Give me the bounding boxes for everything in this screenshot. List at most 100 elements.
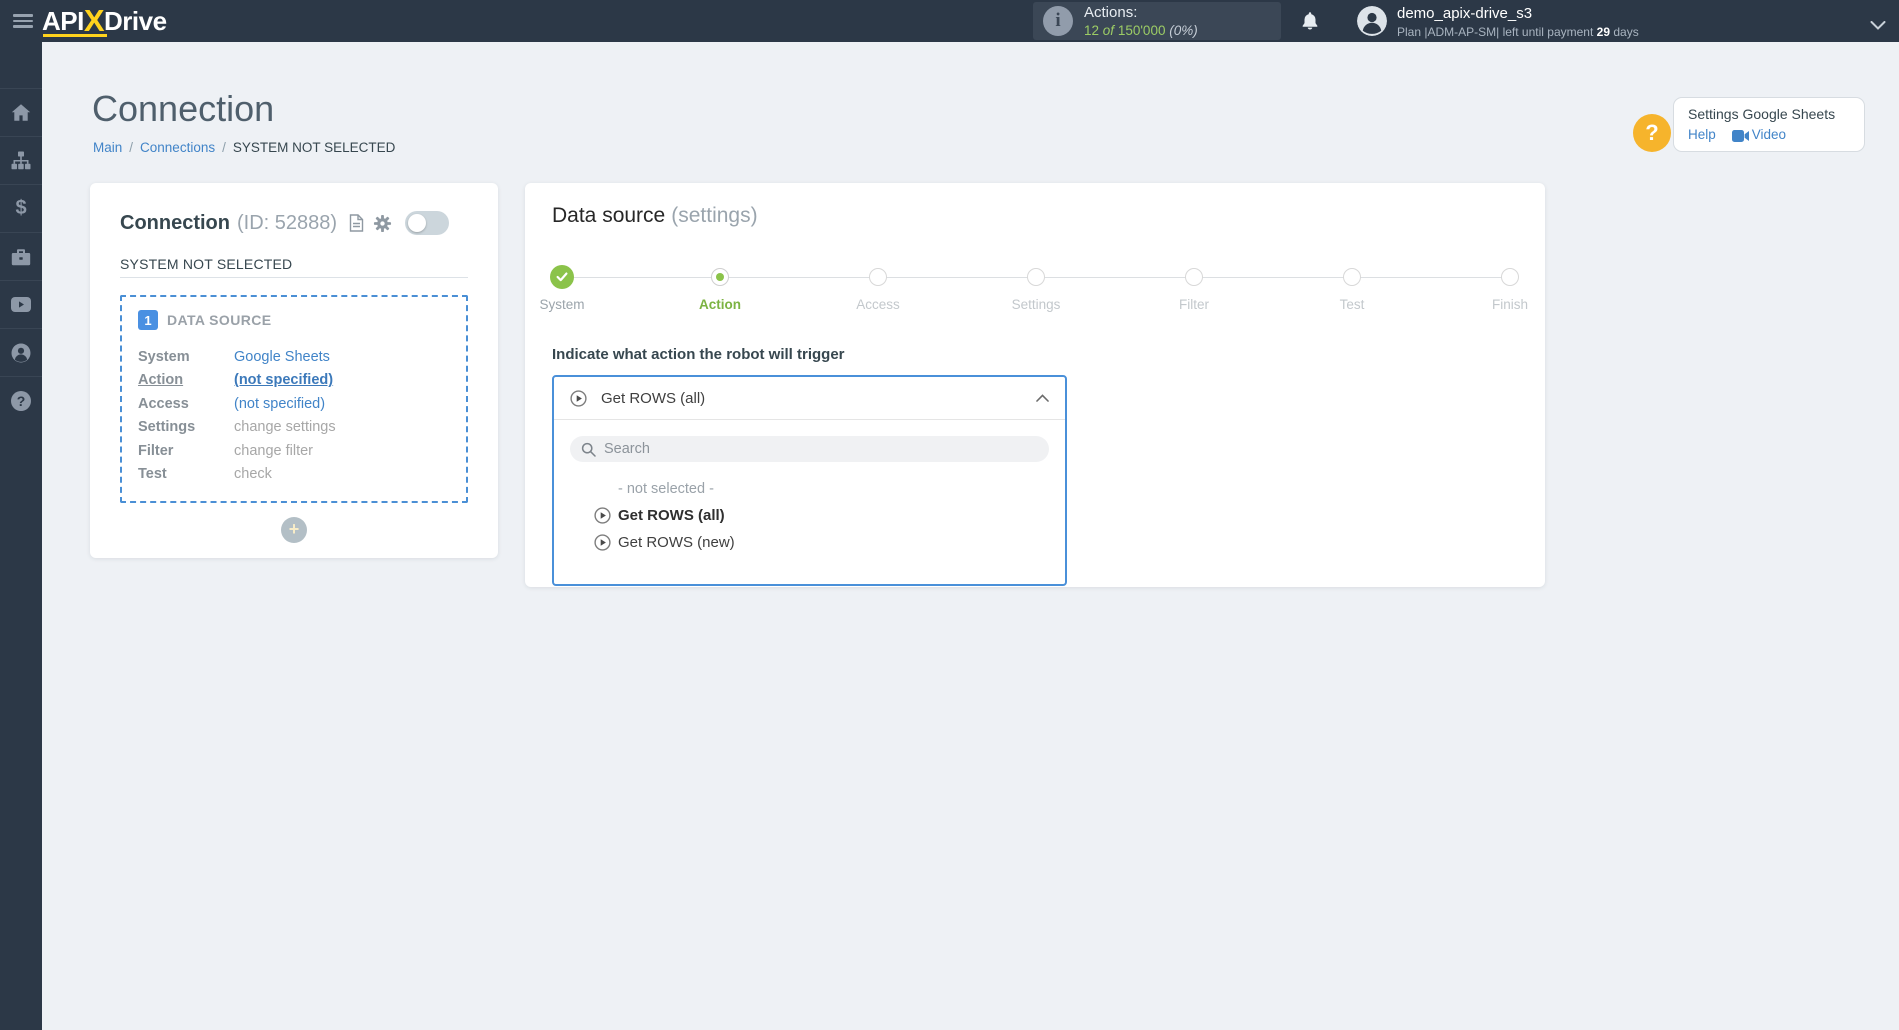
document-icon[interactable]	[349, 214, 364, 232]
breadcrumb-connections[interactable]: Connections	[140, 140, 215, 155]
row-label-link[interactable]: Action	[138, 372, 234, 388]
option-label: Get ROWS (new)	[618, 534, 735, 551]
step-label: Settings	[1011, 297, 1061, 312]
step-done-check-icon	[550, 265, 574, 289]
row-test: Test check	[138, 463, 450, 487]
row-value-link[interactable]: check	[234, 466, 272, 482]
step-label: System	[539, 297, 585, 312]
step-system[interactable]: System	[492, 260, 632, 312]
actions-counter[interactable]: i Actions: 12 of 150'000 (0%)	[1033, 2, 1281, 40]
connection-card: Connection (ID: 52888) SYSTEM NOT SELECT…	[90, 183, 498, 558]
actions-of: of	[1102, 22, 1115, 38]
breadcrumb-main[interactable]: Main	[93, 140, 122, 155]
settings-title-suffix: (settings)	[671, 204, 758, 227]
action-dropdown: Get ROWS (all) - not selected - Get ROWS…	[552, 375, 1067, 586]
step-access: Access	[808, 260, 948, 312]
step-circle	[1501, 268, 1519, 286]
connection-enable-toggle[interactable]	[405, 211, 450, 235]
option-get-rows-all[interactable]: Get ROWS (all)	[554, 502, 1065, 529]
plan-prefix: Plan |ADM-AP-SM| left until payment	[1397, 25, 1594, 39]
dropdown-selected-row[interactable]: Get ROWS (all)	[554, 377, 1065, 420]
help-link[interactable]: Help	[1688, 127, 1716, 142]
search-input[interactable]	[604, 441, 1038, 457]
plan-days: 29	[1596, 25, 1611, 39]
step-settings: Settings	[966, 260, 1106, 312]
add-step-button[interactable]: +	[281, 517, 307, 543]
step-filter: Filter	[1124, 260, 1264, 312]
play-circle-icon	[594, 507, 611, 524]
row-label: Settings	[138, 419, 196, 436]
row-filter: Filter change filter	[138, 439, 450, 463]
briefcase-icon	[11, 248, 31, 266]
row-label: Access	[138, 395, 189, 412]
row-value-link[interactable]: (not specified)	[234, 396, 325, 412]
toggle-knob	[408, 214, 427, 232]
step-label: Action	[699, 297, 741, 312]
option-label: Get ROWS (all)	[618, 507, 725, 524]
progress-stepper: System Action Access Settings Filter Tes…	[525, 260, 1545, 322]
play-circle-icon	[594, 534, 611, 551]
sidebar-item-home[interactable]	[0, 88, 42, 136]
play-circle-icon	[570, 389, 587, 407]
dropdown-options: - not selected - Get ROWS (all) Get ROWS…	[554, 475, 1065, 556]
plan-days-word: days	[1613, 25, 1639, 39]
row-value-link[interactable]: change settings	[234, 419, 336, 435]
step-label: Test	[1339, 297, 1365, 312]
menu-hamburger-icon[interactable]	[13, 14, 33, 28]
row-value-link[interactable]: (not specified)	[234, 372, 333, 388]
settings-card-title: Data source (settings)	[552, 204, 758, 228]
notifications-bell-icon[interactable]	[1300, 11, 1320, 36]
logo-drive: Drive	[104, 5, 167, 36]
row-label: System	[138, 348, 190, 365]
question-icon: ?	[11, 390, 31, 411]
row-label: Test	[138, 466, 167, 483]
data-source-block[interactable]: 1 DATA SOURCE System Google Sheets Actio…	[120, 295, 468, 503]
video-camera-icon	[1731, 129, 1749, 142]
actions-counter-text: Actions: 12 of 150'000 (0%)	[1084, 5, 1198, 38]
help-widget: Settings Google Sheets Help Video	[1673, 97, 1865, 152]
row-value-link[interactable]: change filter	[234, 443, 313, 459]
sidebar-item-account[interactable]	[0, 328, 42, 376]
home-icon	[11, 103, 31, 122]
sidebar-item-services[interactable]	[0, 232, 42, 280]
search-icon	[581, 442, 596, 457]
gear-icon[interactable]	[373, 214, 392, 233]
chevron-down-icon[interactable]	[1870, 17, 1886, 35]
row-value-link[interactable]: Google Sheets	[234, 349, 330, 365]
sidebar-item-video[interactable]	[0, 280, 42, 328]
action-question-label: Indicate what action the robot will trig…	[552, 346, 845, 363]
row-settings: Settings change settings	[138, 416, 450, 440]
step-circle	[1343, 268, 1361, 286]
user-avatar[interactable]	[1357, 6, 1387, 36]
connection-id: (ID: 52888)	[237, 211, 338, 234]
divider	[120, 277, 468, 278]
data-source-settings-card: Data source (settings) System Action Acce…	[525, 183, 1545, 587]
actions-usage: 12 of 150'000 (0%)	[1084, 24, 1198, 38]
step-action[interactable]: Action	[650, 260, 790, 312]
option-not-selected[interactable]: - not selected -	[554, 475, 1065, 502]
sidebar-item-billing[interactable]: $	[0, 184, 42, 232]
step-number-badge: 1	[138, 310, 158, 330]
help-question-badge[interactable]: ?	[1633, 114, 1671, 152]
breadcrumb-current: SYSTEM NOT SELECTED	[232, 140, 396, 155]
option-get-rows-new[interactable]: Get ROWS (new)	[554, 529, 1065, 556]
user-name: demo_apix-drive_s3	[1397, 5, 1533, 22]
step-circle	[869, 268, 887, 286]
logo-api: API	[42, 5, 84, 36]
actions-percent: (0%)	[1169, 22, 1198, 38]
dropdown-search	[570, 436, 1049, 462]
user-plan: Plan |ADM-AP-SM| left until payment 29 d…	[1397, 25, 1639, 39]
actions-label: Actions:	[1084, 3, 1138, 21]
breadcrumb-separator: /	[222, 140, 226, 155]
video-link[interactable]: Video	[1752, 127, 1786, 142]
sidebar-item-connections[interactable]	[0, 136, 42, 184]
logo-underline	[43, 34, 107, 37]
step-label: Access	[856, 297, 900, 312]
step-circle	[1027, 268, 1045, 286]
data-source-rows: System Google Sheets Action (not specifi…	[138, 345, 450, 486]
chevron-up-icon[interactable]	[1036, 394, 1049, 402]
sidebar-item-help[interactable]: ?	[0, 376, 42, 424]
user-menu[interactable]: demo_apix-drive_s3 Plan |ADM-AP-SM| left…	[1397, 5, 1639, 39]
person-icon	[11, 343, 31, 363]
apixdrive-logo[interactable]: API X Drive	[42, 0, 167, 42]
